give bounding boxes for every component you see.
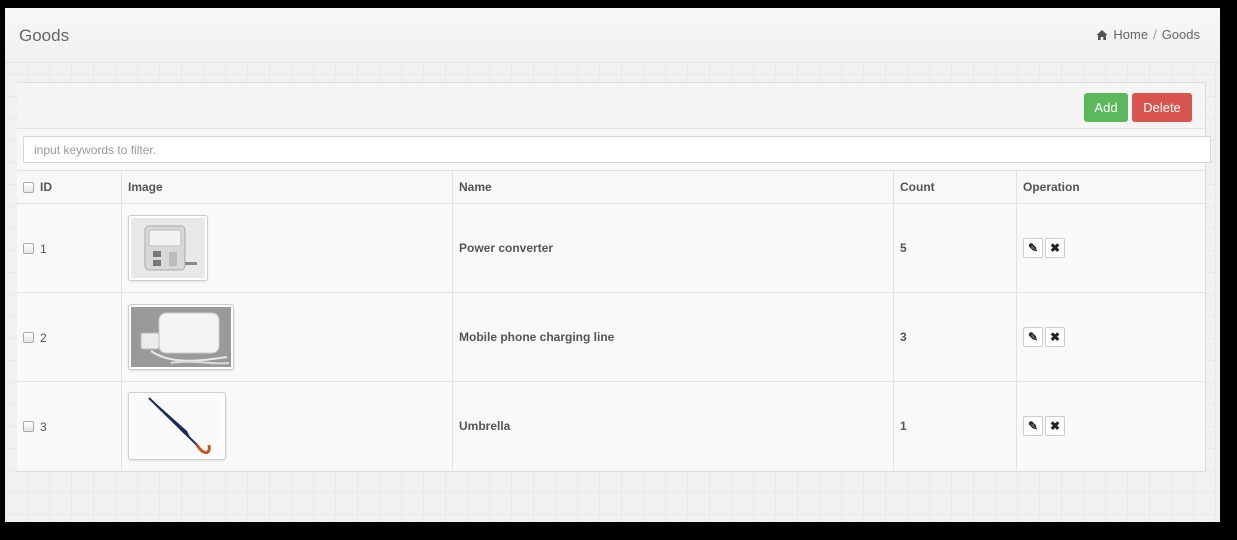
- row-operation-cell: ✎ ✖: [1016, 203, 1205, 293]
- power-converter-thumbnail: [128, 215, 208, 281]
- pencil-icon[interactable]: ✎: [1023, 416, 1043, 436]
- pencil-icon[interactable]: ✎: [1023, 327, 1043, 347]
- table-row: 3 Umbrella 1 ✎ ✖: [17, 381, 1205, 470]
- row-count: 5: [893, 203, 1017, 293]
- row-id-cell: 2: [17, 292, 122, 382]
- goods-table: ID Image Name Count Operation 1 Power co…: [17, 170, 1205, 470]
- row-count: 1: [893, 381, 1017, 470]
- table-row: 1 Power converter 5 ✎ ✖: [17, 203, 1205, 293]
- row-checkbox[interactable]: [23, 331, 34, 343]
- page-header: Goods Home / Goods: [5, 8, 1220, 63]
- row-operation-cell: ✎ ✖: [1016, 292, 1205, 382]
- column-operation: Operation: [1016, 170, 1205, 204]
- filter-input[interactable]: [23, 136, 1211, 163]
- delete-button[interactable]: Delete: [1132, 93, 1192, 122]
- cross-icon[interactable]: ✖: [1045, 327, 1065, 347]
- breadcrumb-separator: /: [1153, 27, 1157, 42]
- row-checkbox[interactable]: [23, 420, 34, 432]
- row-name: Mobile phone charging line: [452, 292, 894, 382]
- charger-photo: [131, 307, 231, 367]
- cross-icon[interactable]: ✖: [1045, 238, 1065, 258]
- row-name: Power converter: [452, 203, 894, 293]
- row-id: 1: [40, 241, 47, 256]
- panel-toolbar: Add Delete: [17, 83, 1205, 129]
- row-name: Umbrella: [452, 381, 894, 470]
- breadcrumb: Home / Goods: [1096, 27, 1200, 42]
- column-count: Count: [893, 170, 1017, 204]
- row-image-cell: [121, 381, 453, 470]
- breadcrumb-current: Goods: [1161, 27, 1200, 42]
- row-checkbox[interactable]: [23, 242, 34, 254]
- pencil-icon[interactable]: ✎: [1023, 238, 1043, 258]
- column-id-label: ID: [40, 180, 52, 194]
- row-id-cell: 3: [17, 381, 122, 470]
- app-window: Goods Home / Goods Add Delete ID Image: [5, 8, 1220, 522]
- goods-panel: Add Delete ID Image Name Count Operation: [17, 82, 1211, 472]
- breadcrumb-home[interactable]: Home: [1113, 27, 1148, 42]
- cross-icon[interactable]: ✖: [1045, 416, 1065, 436]
- page-title: Goods: [19, 26, 70, 45]
- row-count: 3: [893, 292, 1017, 382]
- umbrella-photo: [131, 395, 223, 457]
- row-image-cell: [121, 203, 453, 293]
- column-name: Name: [452, 170, 894, 204]
- row-image-cell: [121, 292, 453, 382]
- row-id: 3: [40, 419, 47, 434]
- column-id: ID: [17, 170, 122, 204]
- umbrella-thumbnail: [128, 392, 226, 460]
- table-row: 2 Mobile phone charging line 3 ✎ ✖: [17, 292, 1205, 382]
- row-id: 2: [40, 330, 47, 345]
- row-operation-cell: ✎ ✖: [1016, 381, 1205, 470]
- home-icon: [1096, 29, 1108, 40]
- column-image: Image: [121, 170, 453, 204]
- charger-thumbnail: [128, 304, 234, 370]
- row-id-cell: 1: [17, 203, 122, 293]
- table-header-row: ID Image Name Count Operation: [17, 170, 1205, 204]
- add-button[interactable]: Add: [1084, 93, 1128, 122]
- power-converter-photo: [131, 218, 205, 278]
- select-all-checkbox[interactable]: [23, 182, 34, 194]
